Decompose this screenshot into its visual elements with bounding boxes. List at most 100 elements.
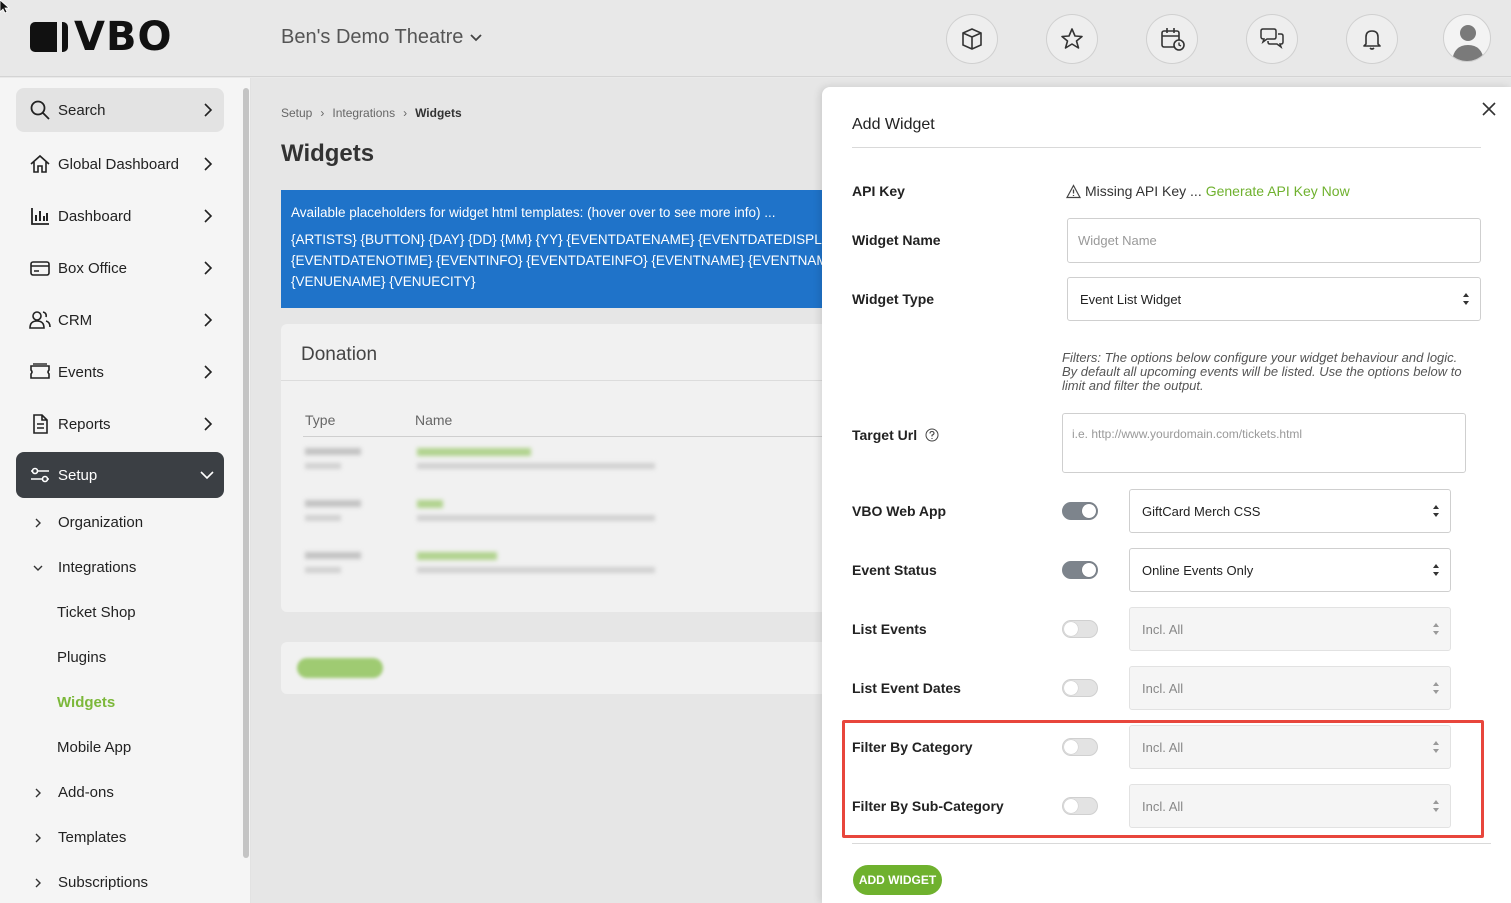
schedule-button[interactable]: [1146, 14, 1198, 64]
select-value: Incl. All: [1142, 621, 1184, 637]
divider: [281, 380, 841, 381]
widget-type-label: Widget Type: [852, 291, 935, 307]
venue-name: Ben's Demo Theatre: [281, 26, 464, 48]
sidebar-item-label: Dashboard: [58, 207, 132, 225]
breadcrumb-integrations[interactable]: Integrations: [332, 106, 395, 120]
row-label-list-events: List Events: [852, 621, 927, 637]
sidebar-item-box-office[interactable]: Box Office: [16, 246, 224, 290]
chevron-right-icon: [35, 878, 41, 887]
sidebar-subitem-organization[interactable]: Organization: [32, 514, 143, 531]
highlight-box: [842, 720, 1484, 838]
placeholders-info-box[interactable]: Available placeholders for widget html t…: [281, 190, 841, 308]
sidebar-subitem-plugins[interactable]: Plugins: [57, 649, 106, 666]
logo-text: VBO: [74, 14, 173, 60]
vbo-web-app-select[interactable]: GiftCard Merch CSS: [1129, 489, 1451, 533]
breadcrumb-separator: ›: [403, 106, 408, 120]
api-key-status: Missing API Key ... Generate API Key Now: [1066, 183, 1350, 199]
chevron-right-icon: [204, 209, 213, 223]
document-icon: [28, 412, 52, 436]
user-silhouette-icon: [1452, 25, 1484, 61]
widget-type-select[interactable]: Event List Widget: [1067, 277, 1481, 321]
messages-button[interactable]: [1246, 14, 1298, 64]
sidebar-subitem-label: Integrations: [58, 559, 137, 576]
box-icon: [962, 28, 982, 50]
filters-note: Filters: The options below configure you…: [1062, 350, 1462, 393]
api-key-label: API Key: [852, 183, 905, 199]
list-events-toggle[interactable]: [1062, 620, 1098, 638]
sidebar-subitem-templates[interactable]: Templates: [32, 829, 126, 846]
sidebar-subitem-widgets[interactable]: Widgets: [57, 694, 115, 711]
breadcrumb: Setup › Integrations › Widgets: [281, 106, 462, 120]
sidebar-item-label: Reports: [58, 415, 111, 433]
sidebar-subitem-integrations[interactable]: Integrations: [32, 559, 136, 576]
sidebar-subitem-label: Add-ons: [58, 784, 114, 801]
card-title: Donation: [301, 344, 378, 365]
breadcrumb-separator: ›: [320, 106, 325, 120]
add-widget-card: [281, 642, 841, 694]
sidebar-item-setup[interactable]: Setup: [16, 452, 224, 498]
favorites-button[interactable]: [1046, 14, 1098, 64]
chevron-right-icon: [204, 365, 213, 379]
breadcrumb-widgets: Widgets: [415, 106, 462, 120]
list-events-select[interactable]: Incl. All: [1129, 607, 1451, 651]
sidebar-subitem-label: Templates: [58, 829, 127, 846]
chevron-right-icon: [204, 313, 213, 327]
sidebar-item-dashboard[interactable]: Dashboard: [16, 194, 224, 238]
sidebar-item-label: CRM: [58, 311, 93, 329]
logo-mark: [30, 22, 68, 52]
sidebar-item-crm[interactable]: CRM: [16, 298, 224, 342]
help-icon[interactable]: [925, 428, 939, 442]
breadcrumb-setup[interactable]: Setup: [281, 106, 312, 120]
box-icon-button[interactable]: [946, 14, 998, 64]
column-header-name: Name: [415, 412, 453, 428]
target-url-input[interactable]: i.e. http://www.yourdomain.com/tickets.h…: [1062, 413, 1466, 473]
table-row[interactable]: [305, 500, 655, 530]
select-value: Incl. All: [1142, 680, 1184, 696]
venue-selector[interactable]: Ben's Demo Theatre: [281, 26, 483, 49]
sidebar-item-global-dashboard[interactable]: Global Dashboard: [16, 142, 224, 186]
table-row[interactable]: [305, 448, 655, 478]
sidebar-item-label: Box Office: [58, 259, 127, 277]
select-arrows-icon: [1433, 623, 1439, 635]
users-icon: [28, 308, 52, 332]
calendar-clock-icon: [1161, 28, 1185, 51]
select-value: Event List Widget: [1080, 291, 1182, 307]
top-bar: VBO Ben's Demo Theatre: [0, 0, 1511, 77]
sidebar-subitem-ticket-shop[interactable]: Ticket Shop: [57, 604, 136, 621]
select-arrows-icon: [1463, 293, 1469, 305]
blurred-add-button[interactable]: [297, 658, 383, 678]
sidebar-item-search[interactable]: Search: [16, 88, 224, 132]
list-event-dates-select[interactable]: Incl. All: [1129, 666, 1451, 710]
chevron-right-icon: [204, 261, 213, 275]
generate-api-key-link[interactable]: Generate API Key Now: [1206, 183, 1350, 199]
select-value: Online Events Only: [1142, 562, 1254, 578]
user-avatar[interactable]: [1443, 14, 1491, 62]
sidebar-subitem-label: Subscriptions: [58, 874, 149, 891]
row-label-vbo-web-app: VBO Web App: [852, 503, 947, 519]
sidebar-item-events[interactable]: Events: [16, 350, 224, 394]
info-line: {EVENTDATENOTIME} {EVENTINFO} {EVENTDATE…: [291, 253, 841, 268]
close-icon[interactable]: [1481, 101, 1497, 117]
sidebar-subitem-subscriptions[interactable]: Subscriptions: [32, 874, 148, 891]
card-icon: [28, 256, 52, 280]
widget-name-input[interactable]: Widget Name: [1067, 218, 1481, 263]
add-widget-button[interactable]: ADD WIDGET: [853, 865, 942, 895]
event-status-select[interactable]: Online Events Only: [1129, 548, 1451, 592]
sidebar-item-reports[interactable]: Reports: [16, 402, 224, 446]
sidebar-subitem-mobile-app[interactable]: Mobile App: [57, 739, 131, 756]
sidebar-subitem-add-ons[interactable]: Add-ons: [32, 784, 114, 801]
vbo-web-app-toggle[interactable]: [1062, 502, 1098, 520]
chevron-right-icon: [35, 833, 41, 842]
sidebar-subitem-label: Organization: [58, 514, 144, 531]
list-event-dates-toggle[interactable]: [1062, 679, 1098, 697]
chevron-right-icon: [35, 788, 41, 797]
event-status-toggle[interactable]: [1062, 561, 1098, 579]
notifications-button[interactable]: [1346, 14, 1398, 64]
divider: [852, 843, 1491, 844]
table-row[interactable]: [305, 552, 655, 582]
sidebar-item-label: Search: [58, 101, 106, 119]
info-line: {ARTISTS} {BUTTON} {DAY} {DD} {MM} {YY} …: [291, 232, 839, 247]
vbo-logo[interactable]: VBO: [30, 14, 173, 60]
search-icon: [28, 98, 52, 122]
sidebar-scrollbar[interactable]: [243, 88, 249, 858]
